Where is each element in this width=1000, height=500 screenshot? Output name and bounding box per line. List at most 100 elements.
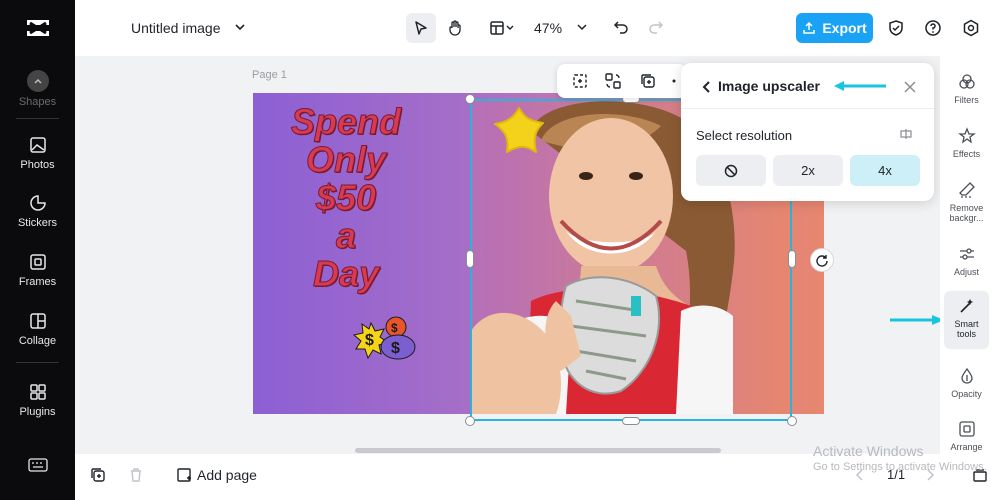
- image-upscaler-panel: Image upscaler Select resolution 2x 4x: [681, 63, 934, 201]
- hand-icon: [449, 20, 461, 36]
- rotate-icon: [816, 255, 828, 267]
- page-label: Page 1: [252, 69, 287, 81]
- close-icon[interactable]: [902, 79, 918, 95]
- sidebar-item-plugins[interactable]: Plugins: [0, 382, 75, 418]
- sidebar-divider: [16, 362, 59, 363]
- compare-icon[interactable]: [899, 127, 913, 141]
- dollar-coins-sticker[interactable]: $ $ $: [351, 315, 421, 365]
- layout-icon: [490, 21, 504, 35]
- resize-handle-bottom-right[interactable]: [787, 416, 797, 426]
- sidebar-item-label: Shapes: [18, 96, 57, 108]
- gear-icon[interactable]: [962, 19, 980, 37]
- export-button[interactable]: Export: [796, 13, 873, 43]
- windows-activation-hint: Go to Settings to activate Windows.: [813, 461, 987, 473]
- sidebar-item-label: Plugins: [19, 406, 56, 418]
- rail-item-effects[interactable]: Effects: [944, 127, 989, 159]
- help-icon[interactable]: [924, 19, 942, 37]
- select-tool-button[interactable]: [406, 13, 436, 43]
- add-layer-icon[interactable]: [90, 467, 106, 483]
- promo-line: Only: [305, 139, 386, 180]
- element-toolbar: [557, 64, 687, 98]
- filters-icon: [958, 74, 975, 89]
- shield-icon[interactable]: [887, 19, 905, 37]
- add-page-icon: [177, 468, 191, 482]
- promo-line: $50: [315, 177, 377, 218]
- arrow-right-annotation: [890, 315, 944, 325]
- promo-line: Spend: [290, 101, 401, 142]
- right-tool-rail: Filters Effects Remove backgr... Adjust …: [940, 63, 993, 453]
- capcut-logo: [27, 20, 49, 36]
- resolution-option-2x[interactable]: 2x: [773, 155, 843, 186]
- frame-icon: [29, 254, 46, 270]
- rail-item-label: Adjust: [953, 267, 979, 277]
- chevron-down-icon[interactable]: [233, 20, 247, 34]
- add-page-button[interactable]: Add page: [197, 467, 257, 483]
- export-label: Export: [822, 20, 867, 36]
- layout-dropdown-button[interactable]: [482, 13, 522, 43]
- svg-text:$: $: [391, 340, 400, 357]
- sidebar-item-label: Stickers: [17, 217, 58, 229]
- resize-handle-top-left[interactable]: [465, 94, 475, 104]
- upload-icon: [803, 21, 816, 34]
- resize-handle-left[interactable]: [466, 250, 474, 268]
- hand-tool-button[interactable]: [440, 13, 470, 43]
- redo-icon[interactable]: [648, 19, 664, 35]
- rail-item-opacity[interactable]: Opacity: [944, 367, 989, 399]
- promo-line: a: [335, 215, 357, 256]
- plugins-icon: [29, 384, 46, 400]
- sticker-icon: [29, 195, 46, 211]
- resolution-label: Select resolution: [696, 128, 793, 143]
- rail-item-label: Remove backgr...: [949, 203, 984, 223]
- sidebar-item-collage[interactable]: Collage: [0, 311, 75, 347]
- back-icon[interactable]: [699, 79, 715, 95]
- rail-item-label: Opacity: [951, 389, 982, 399]
- promo-line: Day: [312, 253, 380, 294]
- effects-icon: [957, 127, 976, 144]
- collage-icon: [29, 313, 46, 329]
- more-icon[interactable]: [669, 72, 679, 90]
- panel-divider: [681, 108, 934, 109]
- crop-select-icon[interactable]: [571, 72, 589, 90]
- rail-item-label: Filters: [954, 95, 979, 105]
- resize-handle-right[interactable]: [788, 250, 796, 268]
- svg-text:$: $: [391, 321, 398, 335]
- document-title[interactable]: Untitled image: [131, 20, 221, 36]
- resolution-option-4x[interactable]: 4x: [850, 155, 920, 186]
- svg-text:$: $: [365, 332, 374, 349]
- rail-item-filters[interactable]: Filters: [944, 73, 989, 105]
- rail-item-remove-background[interactable]: Remove backgr...: [944, 181, 989, 223]
- resize-handle-bottom-left[interactable]: [465, 416, 475, 426]
- rail-item-smart-tools[interactable]: Smart tools: [944, 291, 989, 349]
- horizontal-scrollbar[interactable]: [355, 448, 721, 453]
- replace-icon[interactable]: [604, 72, 622, 90]
- chevron-down-icon: [506, 25, 514, 30]
- windows-activation-title: Activate Windows: [813, 443, 924, 459]
- top-bar: Untitled image 47% Export: [75, 0, 1000, 56]
- star-sticker[interactable]: [489, 105, 553, 165]
- sidebar-item-photos[interactable]: Photos: [0, 135, 75, 171]
- cursor-icon: [415, 21, 427, 35]
- keyboard-icon[interactable]: [28, 457, 48, 473]
- promo-text[interactable]: Spend Only $50 a Day: [271, 101, 421, 294]
- rotate-button[interactable]: [810, 248, 834, 272]
- sidebar-item-shapes[interactable]: Shapes: [0, 70, 75, 108]
- opacity-icon: [960, 367, 973, 384]
- magic-wand-icon: [959, 299, 973, 313]
- rail-item-label: Effects: [952, 149, 981, 159]
- left-sidebar: Shapes Photos Stickers Frames Collage Pl…: [0, 0, 75, 500]
- undo-icon[interactable]: [613, 19, 629, 35]
- rail-item-label: Arrange: [950, 442, 983, 452]
- rail-item-arrange[interactable]: Arrange: [944, 420, 989, 452]
- sidebar-item-frames[interactable]: Frames: [0, 252, 75, 288]
- zoom-level[interactable]: 47%: [534, 20, 562, 36]
- sidebar-item-label: Frames: [18, 276, 57, 288]
- duplicate-icon[interactable]: [639, 72, 657, 90]
- resize-handle-bottom[interactable]: [622, 417, 640, 425]
- rail-item-adjust[interactable]: Adjust: [944, 245, 989, 277]
- no-symbol-icon: [724, 164, 738, 177]
- eraser-icon: [958, 182, 975, 198]
- sidebar-item-stickers[interactable]: Stickers: [0, 193, 75, 229]
- trash-icon[interactable]: [128, 467, 144, 483]
- resolution-option-none[interactable]: [696, 155, 766, 186]
- chevron-down-icon[interactable]: [576, 21, 588, 33]
